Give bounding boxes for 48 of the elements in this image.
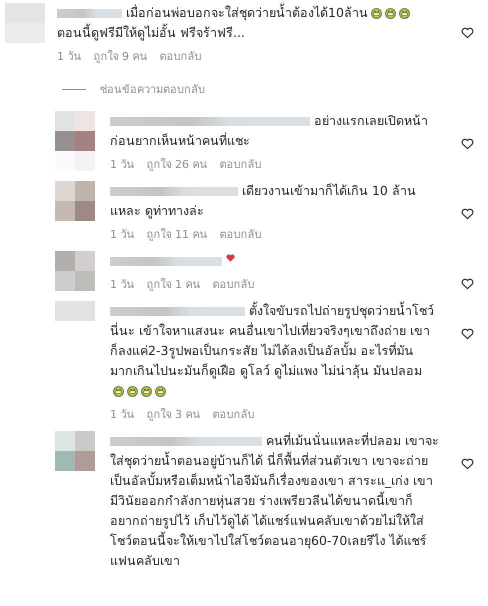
heart-icon: [226, 254, 235, 262]
comment-text: เมื่อก่อนพ่อบอกจะใส่ชุดว่ายน้ำต้องได้10ล้าน: [126, 3, 368, 22]
like-heart-icon[interactable]: [461, 278, 474, 290]
grinning-face-icon: [155, 386, 166, 396]
grinning-face-icon: [141, 386, 152, 396]
comment-text: ก็ลงแค่2-3รูปพอเป็นกระสัย ไม่ได้ลงเป็นอัลบั้ม อะไรที่มัน: [110, 341, 414, 360]
comment-meta: 1 วัน: [57, 49, 82, 65]
comment-text: เป็นอัลบั้มหรือเต็มหน้าไอจีมันก็เรื่องของเขา สาระแ_เก่ง เขา: [110, 471, 434, 490]
comment-meta: ถูกใจ 9 คน: [94, 49, 148, 65]
like-heart-icon[interactable]: [461, 458, 474, 470]
like-heart-icon[interactable]: [461, 27, 474, 39]
reply-link[interactable]: ตอบกลับ: [212, 275, 254, 293]
comment-meta: ถูกใจ 1 คน: [146, 277, 200, 293]
comment-text: อยากถ่ายรูปไว้ เก็บไว้ดูได้ ได้แชร์แฟนคลับเขาด้วยไม่ให้ใส่: [110, 512, 424, 530]
grinning-face-icon: [384, 8, 396, 18]
comment-text: ก่อนยากเห็นหน้าคนที่แชะ: [110, 131, 250, 150]
comment-meta: ถูกใจ 11 คน: [146, 227, 208, 243]
comment-meta: ถูกใจ 26 คน: [146, 157, 208, 173]
comment-text: อย่างแรกเลยเปิดหน้า: [314, 112, 428, 130]
comment-text: โชว์ตอนนี้จะให้เขาไปใส่โชว์ตอนอายุ60-70เลยรึไง ได้แชร์: [110, 531, 426, 550]
like-heart-icon[interactable]: [461, 208, 474, 220]
like-heart-icon[interactable]: [461, 328, 474, 340]
grinning-face-icon: [398, 8, 410, 18]
comment-meta: 1 วัน: [110, 407, 134, 423]
comment-text: ตั้งใจขับรถไปถ่ายรูปชุดว่ายน้ำโชว์: [249, 301, 434, 320]
comment-text: มากเกินไปนะมันก็ดูเฝือ ดูโลว์ ดูไม่แพง ไม่น่าลุ้น มันปลอม: [110, 362, 422, 380]
grinning-face-icon: [127, 386, 138, 396]
comment-text: นี่นะ เข้าใจหาแสงนะ คนอื่นเขาไปเที่ยวจริงๆเขาถึงถ่าย เขา: [110, 321, 430, 340]
grinning-face-icon: [370, 8, 382, 18]
comment-text: ตอนนี้ดูฟรีมีให้ดูไม่อั้น ฟรีจร้าฟรี...: [57, 23, 245, 42]
comment-text: ใส่ชุดว่ายน้ำตอนอยู่บ้านก็ได้ นี่ก็พื้นที่ส่วนตัวเขา เขาจะถ่าย: [110, 451, 428, 470]
reply-link[interactable]: ตอบกลับ: [160, 47, 202, 65]
comment-text: คนที่เม้นนั่นแหละที่ปลอม เขาจะ: [266, 431, 439, 450]
comment-meta: 1 วัน: [110, 157, 134, 173]
reply-link[interactable]: ตอบกลับ: [212, 405, 254, 423]
comment-meta: ถูกใจ 3 คน: [146, 407, 200, 423]
comment-text: แหละ ดูท่าทางล่ะ: [110, 202, 204, 220]
reply-link[interactable]: ตอบกลับ: [220, 225, 262, 243]
hide-replies-link[interactable]: ซ่อนข้อความตอบกลับ: [100, 80, 205, 98]
blurred-username: [57, 8, 122, 18]
comment-text: เดียวงานเข้ามาก็ได้เกิน 10 ล้าน: [242, 182, 416, 200]
comment-text: แฟนคลับเขา: [110, 552, 180, 570]
comment-meta: 1 วัน: [110, 277, 134, 293]
grinning-face-icon: [113, 386, 124, 396]
like-heart-icon[interactable]: [461, 138, 474, 150]
reply-link[interactable]: ตอบกลับ: [220, 155, 262, 173]
comment-meta: 1 วัน: [110, 227, 134, 243]
comment-text: มีวินัยออกกำลังกายหุ่นสวย ร่างเพรียวลีนได้ขนาดนี้เขาก็: [110, 491, 413, 510]
